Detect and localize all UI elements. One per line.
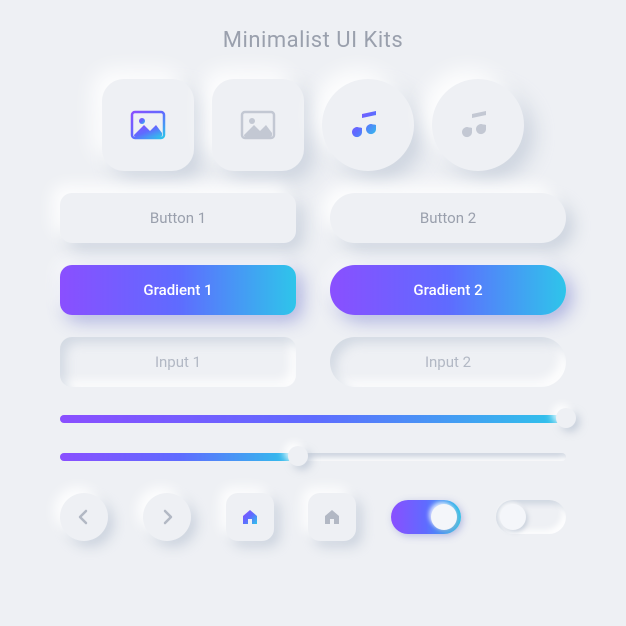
slider-thumb[interactable] <box>288 446 308 466</box>
toggle-knob <box>500 504 526 530</box>
music-tile-plain[interactable] <box>432 79 524 171</box>
next-button[interactable] <box>143 493 191 541</box>
home-icon <box>323 508 341 526</box>
page-title: Minimalist UI Kits <box>223 28 403 53</box>
gradient-button-row: Gradient 1 Gradient 2 <box>60 265 566 315</box>
home-icon <box>241 508 259 526</box>
slider-fill <box>60 453 298 461</box>
button-label: Gradient 2 <box>413 281 482 299</box>
slider-thumb[interactable] <box>556 408 576 428</box>
music-icon <box>458 105 498 145</box>
image-icon <box>238 105 278 145</box>
icon-tile-row <box>60 79 566 171</box>
button-label: Gradient 1 <box>143 281 212 299</box>
home-button-gradient[interactable] <box>226 493 274 541</box>
button-label: Button 1 <box>150 209 206 227</box>
input-1[interactable]: Input 1 <box>60 337 296 387</box>
image-tile-plain[interactable] <box>212 79 304 171</box>
input-2[interactable]: Input 2 <box>330 337 566 387</box>
gradient-button-2[interactable]: Gradient 2 <box>330 265 566 315</box>
toggle-on[interactable] <box>391 500 461 534</box>
plain-button-row: Button 1 Button 2 <box>60 193 566 243</box>
slider-fill <box>60 415 566 423</box>
slider-2[interactable] <box>60 447 566 465</box>
toggle-knob <box>431 504 457 530</box>
slider-1[interactable] <box>60 409 566 427</box>
button-label: Button 2 <box>420 209 476 227</box>
chevron-left-icon <box>75 508 93 526</box>
gradient-button-1[interactable]: Gradient 1 <box>60 265 296 315</box>
image-icon <box>128 105 168 145</box>
input-placeholder: Input 2 <box>425 353 471 371</box>
image-tile-gradient[interactable] <box>102 79 194 171</box>
chevron-right-icon <box>158 508 176 526</box>
controls-row <box>60 493 566 541</box>
button-1[interactable]: Button 1 <box>60 193 296 243</box>
music-tile-gradient[interactable] <box>322 79 414 171</box>
home-button-plain[interactable] <box>308 493 356 541</box>
toggle-off[interactable] <box>496 500 566 534</box>
button-2[interactable]: Button 2 <box>330 193 566 243</box>
music-icon <box>348 105 388 145</box>
input-row: Input 1 Input 2 <box>60 337 566 387</box>
prev-button[interactable] <box>60 493 108 541</box>
input-placeholder: Input 1 <box>155 353 201 371</box>
